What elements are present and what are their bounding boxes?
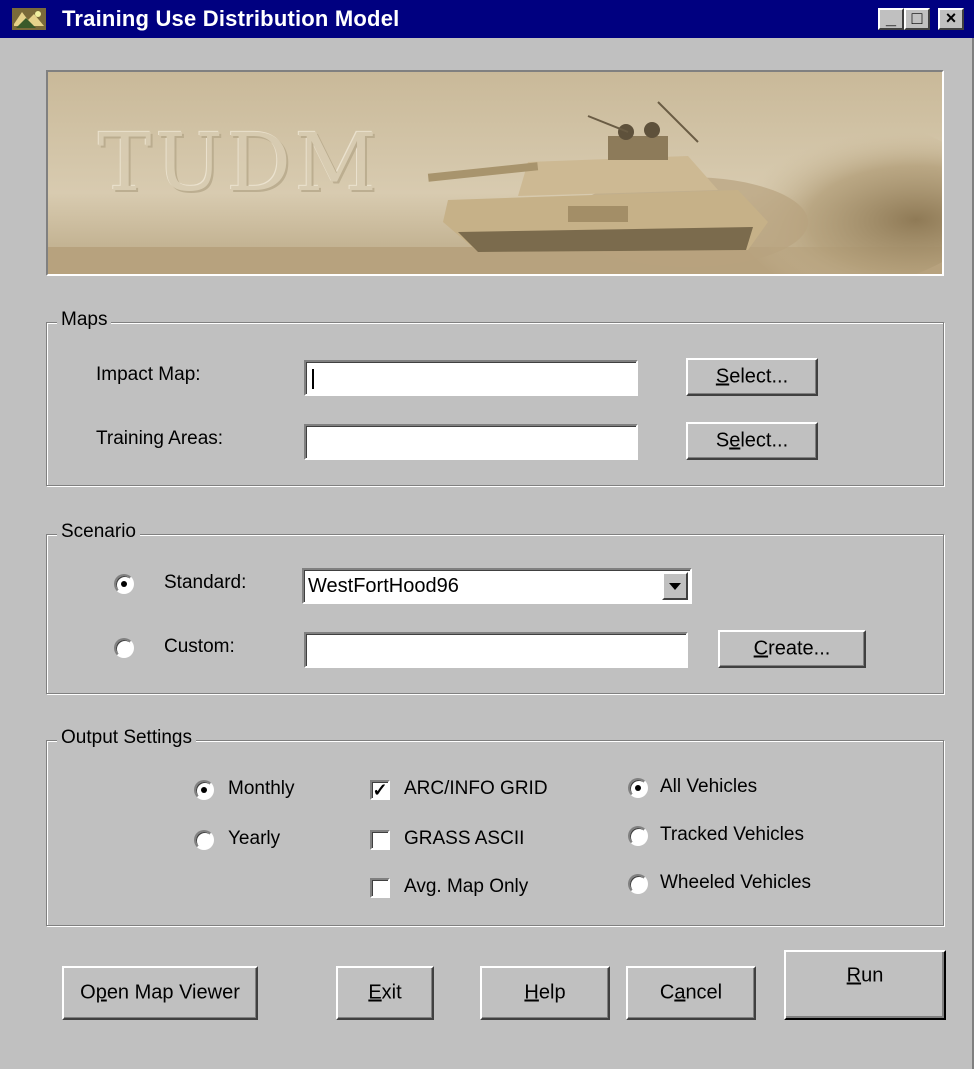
maximize-button[interactable]: □ — [904, 8, 930, 30]
training-areas-input[interactable] — [304, 424, 638, 460]
create-label: Create... — [753, 637, 831, 660]
arcinfo-grid-label: ARC/INFO GRID — [404, 778, 548, 799]
exit-label: Exit — [368, 981, 402, 1004]
main-window: Training Use Distribution Model _ □ × TU… — [0, 0, 974, 1069]
banner-logo-text: TUDM — [98, 116, 381, 209]
cancel-label: Cancel — [659, 981, 723, 1004]
grass-ascii-checkbox[interactable] — [370, 830, 390, 850]
output-settings-legend: Output Settings — [57, 727, 196, 749]
run-button[interactable]: Run — [784, 950, 946, 1020]
training-areas-label: Training Areas: — [96, 428, 224, 449]
close-icon: × — [945, 8, 957, 28]
tracked-vehicles-label: Tracked Vehicles — [660, 824, 804, 845]
cancel-button[interactable]: Cancel — [626, 966, 756, 1020]
impact-map-label: Impact Map: — [96, 364, 201, 385]
wheeled-vehicles-label: Wheeled Vehicles — [660, 872, 812, 893]
monthly-radio[interactable] — [194, 780, 214, 800]
close-button[interactable]: × — [938, 8, 964, 30]
exit-button[interactable]: Exit — [336, 966, 434, 1020]
all-vehicles-label: All Vehicles — [660, 776, 758, 797]
maps-legend: Maps — [57, 309, 112, 331]
minimize-icon: _ — [885, 8, 896, 28]
yearly-label: Yearly — [228, 828, 281, 849]
maps-group: Maps — [46, 309, 944, 486]
window-title: Training Use Distribution Model — [62, 6, 400, 31]
tracked-vehicles-radio[interactable] — [628, 826, 648, 846]
dropdown-arrow-icon[interactable] — [662, 572, 688, 600]
maximize-icon: □ — [911, 8, 923, 28]
impact-map-input[interactable] — [304, 360, 638, 396]
yearly-radio[interactable] — [194, 830, 214, 850]
open-map-viewer-button[interactable]: Open Map Viewer — [62, 966, 258, 1020]
run-label: Run — [846, 964, 884, 987]
text-caret — [312, 369, 314, 389]
banner-image: TUDM — [46, 70, 944, 276]
custom-label: Custom: — [164, 636, 235, 657]
standard-scenario-select[interactable]: WestFortHood96 — [302, 568, 692, 604]
create-button[interactable]: Create... — [718, 630, 866, 668]
training-areas-select-button[interactable]: Select... — [686, 422, 818, 460]
custom-radio[interactable] — [114, 638, 134, 658]
app-icon[interactable] — [12, 8, 46, 30]
wheeled-vehicles-radio[interactable] — [628, 874, 648, 894]
standard-label: Standard: — [164, 572, 247, 593]
custom-scenario-input[interactable] — [304, 632, 688, 668]
scenario-legend: Scenario — [57, 521, 140, 543]
arcinfo-grid-checkbox[interactable]: ✓ — [370, 780, 390, 800]
open-map-viewer-label: Open Map Viewer — [80, 981, 240, 1004]
avg-map-only-checkbox[interactable] — [370, 878, 390, 898]
all-vehicles-radio[interactable] — [628, 778, 648, 798]
help-label: Help — [524, 981, 566, 1004]
grass-ascii-label: GRASS ASCII — [404, 828, 525, 849]
impact-map-select-button[interactable]: Select... — [686, 358, 818, 396]
help-button[interactable]: Help — [480, 966, 610, 1020]
scenario-group: Scenario — [46, 521, 944, 694]
monthly-label: Monthly — [228, 778, 295, 799]
standard-radio[interactable] — [114, 574, 134, 594]
avg-map-only-label: Avg. Map Only — [404, 876, 529, 897]
select-label: Select... — [715, 365, 789, 388]
minimize-button[interactable]: _ — [878, 8, 904, 30]
select-label: Select... — [715, 429, 789, 452]
title-bar[interactable]: Training Use Distribution Model _ □ × — [0, 0, 974, 38]
checkmark-icon: ✓ — [372, 780, 388, 800]
